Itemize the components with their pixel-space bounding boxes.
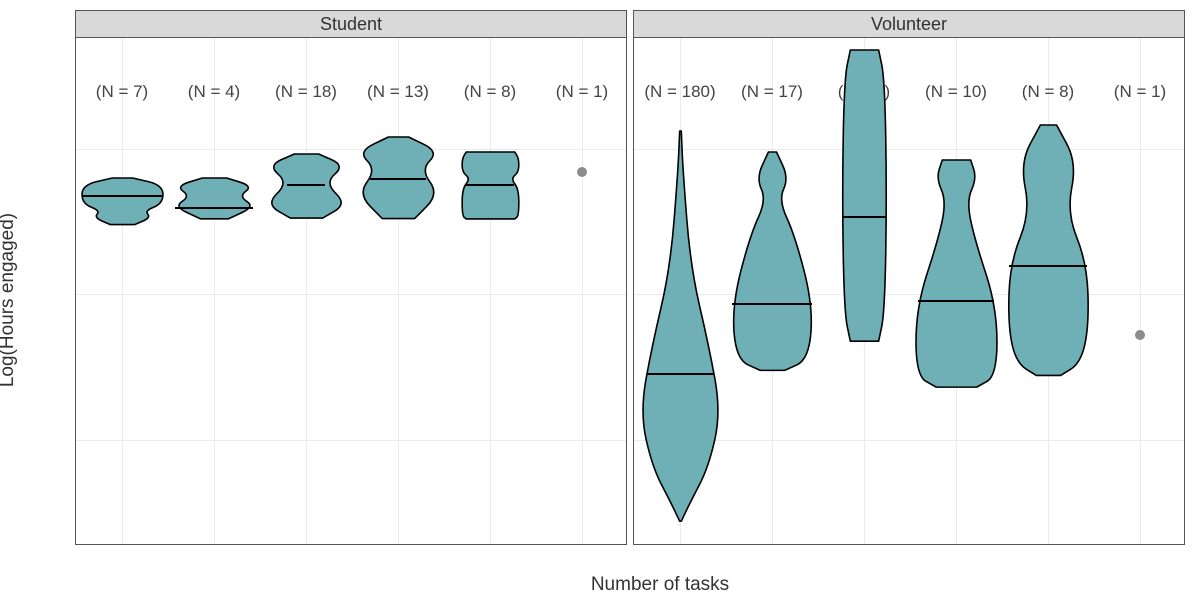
violin [824, 50, 905, 341]
violin [732, 152, 813, 370]
facet-panels: Student0.02.55.0123456(N = 7)(N = 4)(N =… [75, 10, 1185, 545]
violin [1008, 125, 1089, 375]
median-line [370, 178, 427, 180]
count-label: (N = 10) [925, 82, 987, 102]
violin [640, 131, 721, 521]
gridline-vertical [490, 38, 491, 544]
single-point [577, 167, 587, 177]
gridline-horizontal [76, 294, 626, 295]
violin [82, 178, 163, 225]
count-label: (N = 1) [1114, 82, 1166, 102]
gridline-vertical [306, 38, 307, 544]
count-label: (N = 18) [275, 82, 337, 102]
median-line [1009, 265, 1086, 267]
count-label: (N = 8) [1022, 82, 1074, 102]
median-line [287, 184, 324, 186]
violin [174, 178, 255, 219]
y-axis-label: Log(Hours engaged) [0, 213, 19, 387]
facet-strip-label: Volunteer [633, 10, 1185, 38]
median-line [918, 300, 994, 302]
gridline-vertical [398, 38, 399, 544]
count-label: (N = 7) [96, 82, 148, 102]
x-axis-label: Number of tasks [591, 574, 729, 596]
count-label: (N = 1) [556, 82, 608, 102]
violin-facet-chart: Log(Hours engaged) Number of tasks Stude… [0, 0, 1200, 600]
count-label: (N = 4) [188, 82, 240, 102]
gridline-horizontal [76, 440, 626, 441]
gridline-vertical [1140, 38, 1141, 544]
median-line [82, 195, 163, 197]
count-label: (N = 8) [464, 82, 516, 102]
facet-strip-label: Student [75, 10, 627, 38]
facet-panel: Volunteer123456(N = 180)(N = 17)(N = 9)(… [633, 10, 1185, 545]
median-line [647, 373, 714, 375]
violin [916, 160, 997, 387]
gridline-vertical [214, 38, 215, 544]
gridline-horizontal [76, 149, 626, 150]
plot-area: 0.02.55.0123456(N = 7)(N = 4)(N = 18)(N … [75, 38, 627, 545]
median-line [842, 216, 886, 218]
plot-area: 123456(N = 180)(N = 17)(N = 9)(N = 10)(N… [633, 38, 1185, 545]
count-label: (N = 13) [367, 82, 429, 102]
violin [266, 154, 347, 218]
gridline-vertical [582, 38, 583, 544]
count-label: (N = 180) [644, 82, 715, 102]
count-label: (N = 17) [741, 82, 803, 102]
median-line [732, 303, 812, 305]
median-line [175, 207, 253, 209]
facet-panel: Student0.02.55.0123456(N = 7)(N = 4)(N =… [75, 10, 627, 545]
single-point [1135, 330, 1145, 340]
median-line [466, 184, 515, 186]
gridline-vertical [122, 38, 123, 544]
